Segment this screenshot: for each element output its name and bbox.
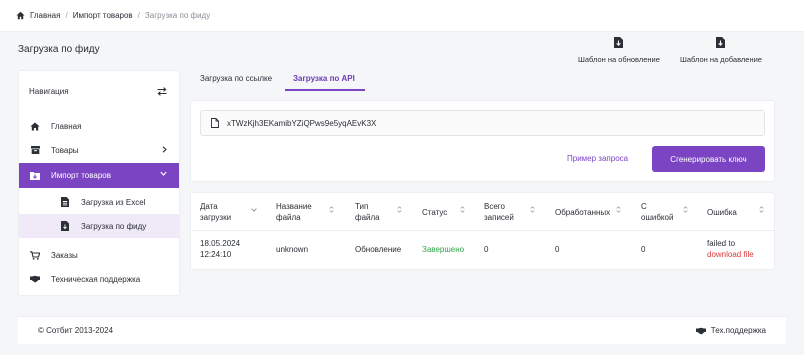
handshake-icon (29, 275, 41, 283)
cell-filename: unknown (276, 245, 309, 254)
sort-icon[interactable] (759, 206, 764, 213)
chevron-down-icon[interactable] (251, 208, 257, 212)
copyright: © Сотбит 2013-2024 (38, 326, 114, 335)
sidebar-item-label: Техническая поддержка (51, 274, 141, 284)
home-icon[interactable] (16, 11, 25, 20)
breadcrumb: Главная / Импорт товаров / Загрузка по ф… (0, 0, 804, 32)
support-label: Тех.поддержка (710, 326, 766, 335)
sidebar-item-label: Главная (51, 121, 82, 131)
breadcrumb-import[interactable]: Импорт товаров (73, 11, 133, 20)
sidebar-item-feed-upload[interactable]: Загрузка по фиду (19, 214, 179, 238)
status-badge: Завершено (422, 245, 465, 254)
tab-api-upload[interactable]: Загрузка по API (293, 74, 355, 83)
sidebar-item-label: Импорт товаров (51, 171, 111, 180)
file-excel-icon (59, 197, 71, 207)
sort-icon[interactable] (329, 206, 334, 213)
chevron-down-icon (160, 171, 167, 176)
cell-processed: 0 (555, 245, 560, 254)
box-icon (29, 146, 41, 154)
column-header-errors[interactable]: Сошибкой (641, 201, 673, 223)
column-header-total[interactable]: Всего записей (484, 201, 514, 223)
header-line: файла (355, 213, 380, 222)
breadcrumb-home[interactable]: Главная (30, 11, 60, 20)
sort-icon[interactable] (530, 206, 535, 213)
header-line: Дата (200, 202, 218, 211)
template-add-label: Шаблон на добавление (680, 55, 762, 64)
home-icon (29, 122, 41, 131)
api-key-value: xTWzKjh3EKamibYZiQPws9e5yqAEvK3X (227, 118, 377, 128)
page-title: Загрузка по фиду (18, 44, 100, 55)
error-text: failed to (707, 239, 736, 248)
breadcrumb-separator: / (65, 11, 68, 20)
header-line: С (641, 202, 647, 211)
file-download-icon (716, 37, 726, 48)
cell-time-value: 12:24:10 (200, 250, 232, 259)
sort-icon[interactable] (616, 206, 621, 213)
cell-date: 18.05.2024 12:24:10 (200, 238, 240, 260)
column-header-filetype[interactable]: Тип файла (355, 201, 380, 223)
breadcrumb-separator: / (137, 11, 140, 20)
swap-icon[interactable] (157, 86, 167, 96)
sidebar-item-support[interactable]: Техническая поддержка (19, 267, 179, 291)
header-line: Всего (484, 202, 505, 211)
cell-error-message: failed to download file (707, 238, 754, 260)
sidebar-header: Навигация (19, 71, 179, 111)
header-line: записей (484, 213, 514, 222)
cell-errors: 0 (641, 245, 646, 254)
cell-date-value: 18.05.2024 (200, 239, 241, 248)
sort-icon[interactable] (683, 206, 688, 213)
file-feed-icon (59, 221, 71, 231)
sidebar: Навигация Главная Товары Импорт товаров … (18, 70, 180, 296)
column-header-date[interactable]: Дата загрузки (200, 201, 231, 223)
cell-filetype: Обновление (355, 245, 402, 254)
header-line: ошибкой (641, 213, 674, 222)
file-download-icon (614, 37, 624, 48)
sort-icon[interactable] (397, 206, 402, 213)
request-example-link[interactable]: Пример запроса (567, 154, 628, 163)
tab-url-upload[interactable]: Загрузка по ссылке (200, 74, 272, 83)
template-update-button[interactable]: Шаблон на обновление (578, 37, 660, 64)
column-header-error-message[interactable]: Ошибка (707, 207, 737, 218)
api-key-field[interactable]: xTWzKjh3EKamibYZiQPws9e5yqAEvK3X (200, 110, 765, 136)
cart-icon (29, 250, 41, 260)
header-line: Тип (355, 202, 369, 211)
template-update-label: Шаблон на обновление (578, 55, 660, 64)
sidebar-item-import[interactable]: Импорт товаров (19, 163, 179, 188)
sidebar-item-excel-upload[interactable]: Загрузка из Excel (19, 190, 179, 214)
footer: © Сотбит 2013-2024 Тех.поддержка (18, 316, 786, 344)
sort-icon[interactable] (460, 206, 465, 213)
sidebar-item-label: Товары (51, 145, 79, 155)
sidebar-item-label: Загрузка по фиду (81, 221, 147, 231)
support-link[interactable]: Тех.поддержка (695, 326, 766, 335)
copy-icon[interactable] (211, 118, 219, 128)
table-divider (191, 230, 774, 231)
template-add-button[interactable]: Шаблон на добавление (680, 37, 762, 64)
column-header-filename[interactable]: Название файла (276, 201, 312, 223)
sidebar-item-label: Заказы (51, 250, 78, 260)
header-line: Название (276, 202, 312, 211)
breadcrumb-current: Загрузка по фиду (144, 11, 211, 20)
sidebar-item-orders[interactable]: Заказы (19, 243, 179, 267)
sidebar-item-home[interactable]: Главная (19, 114, 179, 138)
header-line: файла (276, 213, 301, 222)
import-icon (29, 171, 41, 180)
generate-key-button[interactable]: Сгенерировать ключ (652, 146, 765, 172)
sidebar-item-label: Загрузка из Excel (81, 197, 146, 207)
chevron-right-icon (162, 146, 167, 153)
header-line: загрузки (200, 213, 232, 222)
download-file-link[interactable]: download file (707, 250, 754, 259)
handshake-icon (695, 327, 706, 334)
column-header-processed[interactable]: Обработанных (555, 207, 610, 218)
active-tab-indicator (285, 89, 365, 91)
cell-total: 0 (484, 245, 489, 254)
sidebar-item-products[interactable]: Товары (19, 138, 179, 162)
column-header-status[interactable]: Статус (422, 207, 447, 218)
sidebar-title: Навигация (29, 86, 69, 96)
